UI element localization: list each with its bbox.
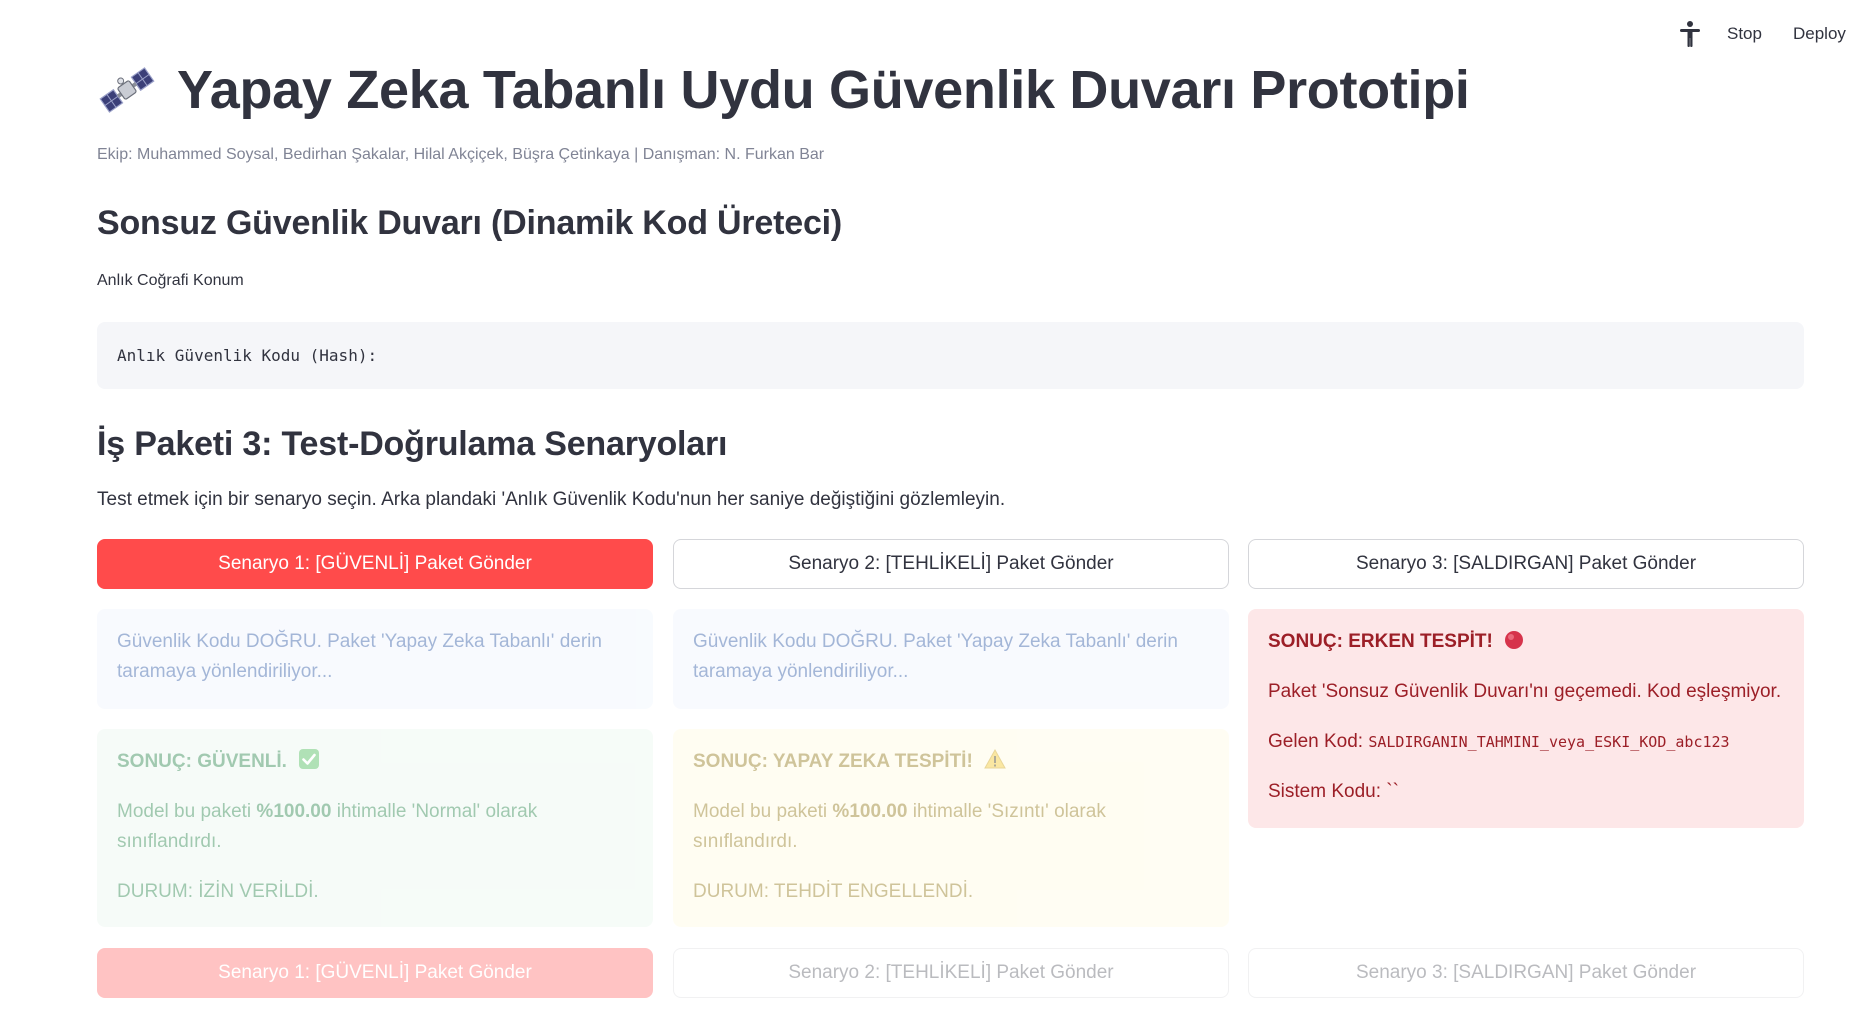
scenario1-info-text: Güvenlik Kodu DOĞRU. Paket 'Yapay Zeka T…: [117, 631, 602, 682]
scenarios-description: Test etmek için bir senaryo seçin. Arka …: [97, 489, 1006, 510]
page-title: Yapay Zeka Tabanlı Uydu Güvenlik Duvarı …: [177, 60, 1470, 120]
scenario2-info-text: Güvenlik Kodu DOĞRU. Paket 'Yapay Zeka T…: [693, 631, 1178, 682]
accessibility-icon[interactable]: [1676, 20, 1704, 48]
stop-button[interactable]: Stop: [1727, 20, 1762, 48]
location-label: Anlık Coğrafi Konum: [97, 272, 244, 289]
satellite-icon: [99, 67, 155, 113]
scenario3-system-code: Sistem Kodu: ``: [1268, 781, 1399, 802]
scenario3-button-stale[interactable]: Senaryo 3: [SALDIRGAN] Paket Gönder: [1248, 948, 1804, 998]
scenario3-button[interactable]: Senaryo 3: [SALDIRGAN] Paket Gönder: [1248, 539, 1804, 589]
scenario1-button-stale[interactable]: Senaryo 1: [GÜVENLİ] Paket Gönder: [97, 948, 653, 998]
scenario3-result-title: SONUÇ: ERKEN TESPİT!: [1268, 627, 1784, 657]
scenario1-info-alert: Güvenlik Kodu DOĞRU. Paket 'Yapay Zeka T…: [97, 609, 653, 709]
scenario2-button[interactable]: Senaryo 2: [TEHLİKELİ] Paket Gönder: [673, 539, 1229, 589]
check-mark-icon: [299, 749, 320, 769]
scenario1-model-text: Model bu paketi %100.00 ihtimalle 'Norma…: [117, 801, 538, 852]
deploy-button[interactable]: Deploy: [1793, 20, 1846, 48]
scenario3-result-alert: SONUÇ: ERKEN TESPİT! Paket 'Sonsuz Güven…: [1248, 609, 1804, 828]
scenario2-status: DURUM: TEHDİT ENGELLENDİ.: [693, 881, 974, 902]
scenario2-button-stale[interactable]: Senaryo 2: [TEHLİKELİ] Paket Gönder: [673, 948, 1229, 998]
red-circle-icon: [1505, 631, 1524, 649]
scenario1-button[interactable]: Senaryo 1: [GÜVENLİ] Paket Gönder: [97, 539, 653, 589]
scenario2-model-text: Model bu paketi %100.00 ihtimalle 'Sızın…: [693, 801, 1106, 852]
scenario1-result-title: SONUÇ: GÜVENLİ.: [117, 747, 633, 777]
scenario3-incoming-code: Gelen Kod: SALDIRGANIN_TAHMINI_veya_ESKI…: [1268, 731, 1730, 752]
scenario1-status: DURUM: İZİN VERİLDİ.: [117, 881, 319, 902]
scenario1-result-alert: SONUÇ: GÜVENLİ. Model bu paketi %100.00 …: [97, 729, 653, 927]
firewall-heading: Sonsuz Güvenlik Duvarı (Dinamik Kod Üret…: [97, 204, 843, 242]
scenario3-message: Paket 'Sonsuz Güvenlik Duvarı'nı geçemed…: [1268, 681, 1782, 702]
scenario2-result-title: SONUÇ: YAPAY ZEKA TESPİTİ!: [693, 747, 1209, 777]
hash-code-block: Anlık Güvenlik Kodu (Hash):: [97, 322, 1804, 389]
title-row: Yapay Zeka Tabanlı Uydu Güvenlik Duvarı …: [97, 55, 1470, 125]
warning-icon: [984, 748, 1006, 769]
scenario2-info-alert: Güvenlik Kodu DOĞRU. Paket 'Yapay Zeka T…: [673, 609, 1229, 709]
scenario2-result-alert: SONUÇ: YAPAY ZEKA TESPİTİ! Model bu pake…: [673, 729, 1229, 927]
hash-code-text: Anlık Güvenlik Kodu (Hash):: [117, 346, 378, 365]
team-caption: Ekip: Muhammed Soysal, Bedirhan Şakalar,…: [97, 146, 825, 163]
scenarios-heading: İş Paketi 3: Test-Doğrulama Senaryoları: [97, 425, 728, 463]
